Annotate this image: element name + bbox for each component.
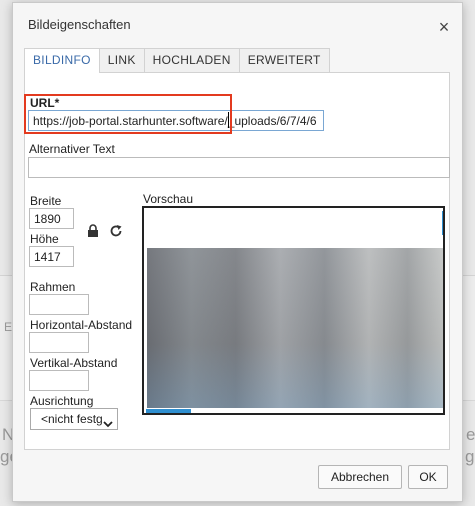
tab-erweitert[interactable]: ERWEITERT: [238, 48, 330, 72]
close-icon[interactable]: ×: [436, 18, 452, 36]
reset-size-icon[interactable]: [109, 224, 125, 240]
preview-label: Vorschau: [143, 192, 194, 206]
background-text: e: [466, 425, 475, 444]
alt-text-label: Alternativer Text: [29, 142, 115, 156]
align-select[interactable]: <nicht festg: [30, 408, 118, 430]
cancel-button[interactable]: Abbrechen: [318, 465, 402, 489]
hspace-label: Horizontal-Abstand: [30, 318, 133, 332]
tab-link[interactable]: LINK: [98, 48, 145, 72]
vspace-input[interactable]: [29, 370, 89, 391]
text-cursor: [228, 112, 229, 128]
preview-box: [142, 206, 445, 415]
width-label: Breite: [30, 194, 62, 208]
tab-hochladen[interactable]: HOCHLADEN: [143, 48, 240, 72]
width-input[interactable]: [29, 208, 74, 229]
preview-image: [147, 248, 443, 408]
ok-button[interactable]: OK: [408, 465, 448, 489]
vertical-scrollbar[interactable]: [442, 211, 443, 235]
vspace-label: Vertikal-Abstand: [30, 356, 118, 370]
tab-bildinfo[interactable]: BILDINFO: [24, 48, 100, 73]
chevron-down-icon: [103, 414, 113, 434]
background-text: ge: [465, 447, 475, 466]
url-input[interactable]: [28, 110, 324, 131]
height-input[interactable]: [29, 246, 74, 267]
border-label: Rahmen: [30, 280, 76, 294]
align-select-value: <nicht festg: [41, 412, 103, 426]
tab-bar: BILDINFO LINK HOCHLADEN ERWEITERT: [24, 48, 330, 73]
horizontal-scrollbar[interactable]: [146, 409, 191, 413]
background-text: E: [4, 320, 13, 334]
height-label: Höhe: [30, 232, 59, 246]
align-label: Ausrichtung: [30, 394, 94, 408]
dialog-title: Bildeigenschaften: [28, 17, 131, 32]
border-input[interactable]: [29, 294, 89, 315]
url-label: URL*: [30, 96, 60, 110]
hspace-input[interactable]: [29, 332, 89, 353]
alt-text-input[interactable]: [28, 157, 450, 178]
lock-icon[interactable]: [86, 224, 102, 240]
